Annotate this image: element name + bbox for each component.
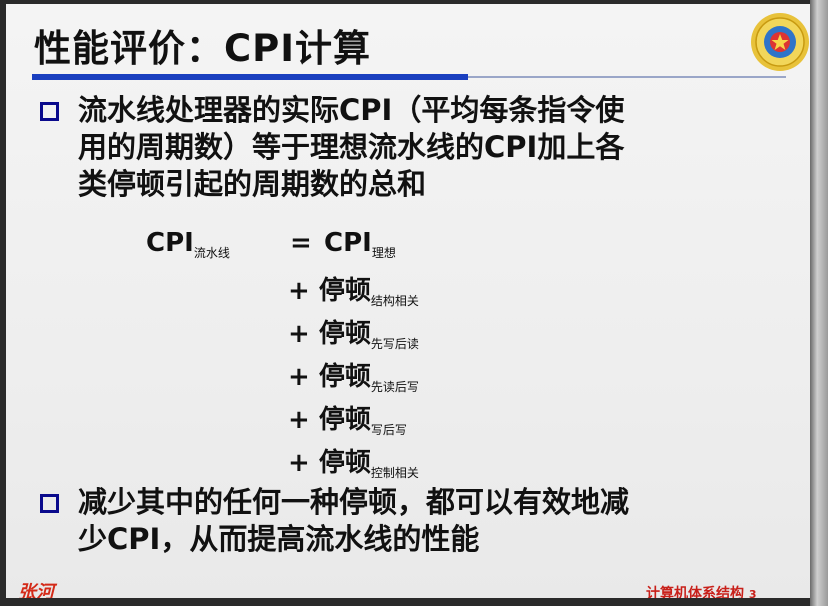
- formula-term: + 停顿先读后写: [288, 356, 419, 395]
- formula-rhs: CPI理想: [324, 228, 396, 261]
- formula-lhs: CPI流水线: [146, 228, 230, 261]
- video-frame: 性能评价：CPI计算 流水线处理器的实际CPI（平均每条指令使 用的周期数）等于…: [0, 0, 828, 606]
- formula-term: + 停顿先写后读: [288, 313, 419, 352]
- formula-term: + 停顿结构相关: [288, 270, 419, 309]
- formula-term: + 停顿控制相关: [288, 442, 419, 481]
- formula-equals: =: [290, 228, 312, 258]
- footer-course: 计算机体系结构 3: [646, 583, 757, 598]
- formula-term-label: 停顿: [318, 362, 371, 392]
- bullet-2-line-1: 减少其中的任何一种停顿，都可以有效地减: [78, 485, 630, 519]
- formula-term-op: +: [288, 448, 310, 478]
- formula-rhs-sub: 理想: [371, 246, 396, 260]
- bullet-square-icon: [40, 494, 59, 513]
- formula-lhs-sub: 流水线: [193, 246, 230, 260]
- formula-term-label: 停顿: [318, 448, 371, 478]
- formula-term: + 停顿写后写: [288, 399, 407, 438]
- bullet-1-line-2: 用的周期数）等于理想流水线的CPI加上各: [78, 130, 625, 164]
- bullet-square-icon: [40, 102, 59, 121]
- formula-term-sub: 写后写: [370, 423, 407, 437]
- signature-logo: 张河: [18, 582, 54, 598]
- bullet-1-line-1: 流水线处理器的实际CPI（平均每条指令使: [78, 93, 625, 127]
- slide: 性能评价：CPI计算 流水线处理器的实际CPI（平均每条指令使 用的周期数）等于…: [6, 4, 810, 598]
- formula-term-op: +: [288, 276, 310, 306]
- slide-title: 性能评价：CPI计算: [34, 27, 372, 70]
- formula-term-op: +: [288, 405, 310, 435]
- formula-term-label: 停顿: [318, 276, 371, 306]
- frame-edge: [810, 0, 828, 606]
- formula-term-sub: 控制相关: [370, 466, 419, 480]
- title-underline-thin: [468, 76, 786, 78]
- bullet-text-2: 减少其中的任何一种停顿，都可以有效地减 少CPI，从而提高流水线的性能: [78, 484, 629, 558]
- formula-lhs-cpi: CPI: [146, 228, 194, 258]
- bullet-text-1: 流水线处理器的实际CPI（平均每条指令使 用的周期数）等于理想流水线的CPI加上…: [78, 92, 624, 203]
- formula-term-sub: 先读后写: [370, 380, 419, 394]
- formula-term-label: 停顿: [318, 319, 371, 349]
- bullet-1-line-3: 类停顿引起的周期数的总和: [78, 167, 427, 201]
- formula-term-op: +: [288, 362, 310, 392]
- formula-term-op: +: [288, 319, 310, 349]
- university-emblem-icon: [751, 13, 809, 71]
- bullet-2-line-2: 少CPI，从而提高流水线的性能: [78, 522, 480, 556]
- footer-page-number: 3: [748, 588, 757, 598]
- footer-course-name: 计算机体系结构: [646, 586, 744, 598]
- formula-term-sub: 先写后读: [370, 337, 419, 351]
- formula-term-label: 停顿: [318, 405, 371, 435]
- formula-term-sub: 结构相关: [370, 294, 419, 308]
- formula-rhs-cpi: CPI: [324, 228, 372, 258]
- title-underline: [32, 74, 468, 80]
